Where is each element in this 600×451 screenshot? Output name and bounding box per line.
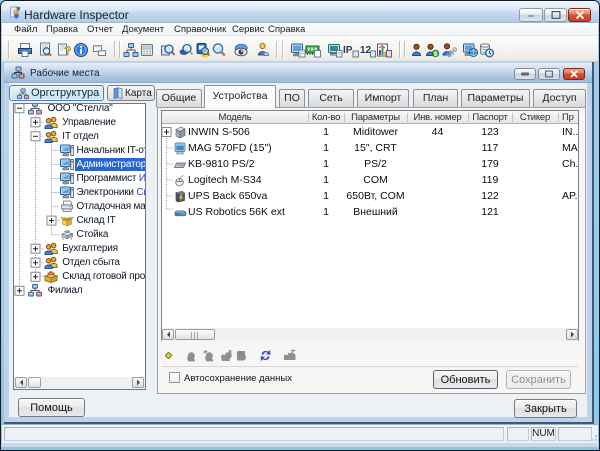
svg-text:IP: IP (343, 45, 353, 56)
svg-text:12: 12 (360, 45, 372, 56)
svg-text:?: ? (64, 44, 71, 58)
